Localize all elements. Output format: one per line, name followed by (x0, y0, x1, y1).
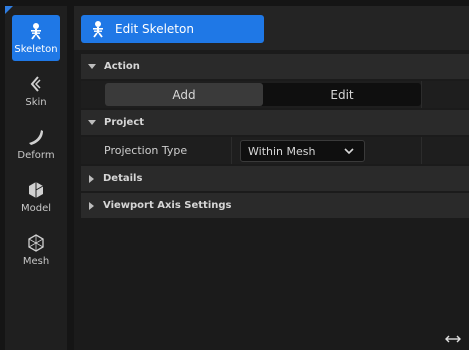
mode-model[interactable]: Model (12, 174, 60, 220)
skeleton-icon (31, 22, 41, 40)
toolbar: Edit Skeleton (74, 6, 469, 50)
mode-label: Skeleton (14, 43, 58, 55)
skin-icon (30, 75, 41, 92)
model-icon (29, 181, 44, 198)
expand-triangle-icon (88, 64, 96, 69)
projection-type-row: Projection Type Within Mesh (81, 137, 469, 166)
column-divider (421, 137, 422, 164)
mode-label: Skin (25, 96, 47, 108)
collapsed-triangle-icon (89, 174, 94, 183)
mode-skin[interactable]: Skin (12, 68, 60, 114)
projection-type-label: Projection Type (104, 144, 188, 157)
section-header-viewport-axis-settings[interactable]: Viewport Axis Settings (81, 193, 469, 220)
mode-mesh[interactable]: Mesh (12, 227, 60, 273)
section-title: Details (103, 173, 143, 184)
edit-button[interactable]: Edit (263, 83, 421, 106)
chevron-down-icon (344, 148, 354, 155)
resize-horizontal-icon[interactable] (445, 334, 461, 344)
mesh-icon (28, 233, 44, 252)
mode-label: Deform (17, 149, 55, 161)
edit-skeleton-label: Edit Skeleton (115, 22, 194, 36)
action-segmented-control: Add Edit (105, 83, 421, 106)
section-title: Action (104, 61, 140, 72)
section-title: Viewport Axis Settings (103, 200, 232, 211)
mode-label: Mesh (22, 255, 50, 267)
section-header-details[interactable]: Details (81, 166, 469, 193)
section-title: Project (104, 117, 145, 128)
mode-label: Model (20, 202, 52, 214)
mode-sidebar: Skeleton Skin Deform Model Mesh (5, 6, 67, 350)
main-panel: Edit Skeleton Action Add Edit Project Pr… (74, 6, 469, 350)
collapsed-triangle-icon (89, 201, 94, 210)
projection-type-dropdown[interactable]: Within Mesh (240, 140, 365, 162)
action-row: Add Edit (81, 81, 469, 110)
corner-accent (5, 6, 13, 14)
add-button[interactable]: Add (105, 83, 263, 106)
deform-icon (29, 129, 43, 145)
skeleton-icon (93, 21, 103, 38)
expand-triangle-icon (88, 120, 96, 125)
edit-skeleton-button[interactable]: Edit Skeleton (81, 15, 264, 43)
mode-deform[interactable]: Deform (12, 121, 60, 167)
details-panel: Action Add Edit Project Projection Type … (81, 54, 469, 220)
column-divider (421, 81, 422, 108)
section-header-project[interactable]: Project (81, 110, 469, 137)
column-divider (231, 137, 232, 164)
mode-skeleton[interactable]: Skeleton (12, 15, 60, 61)
section-header-action[interactable]: Action (81, 54, 469, 81)
projection-type-value: Within Mesh (248, 144, 316, 158)
